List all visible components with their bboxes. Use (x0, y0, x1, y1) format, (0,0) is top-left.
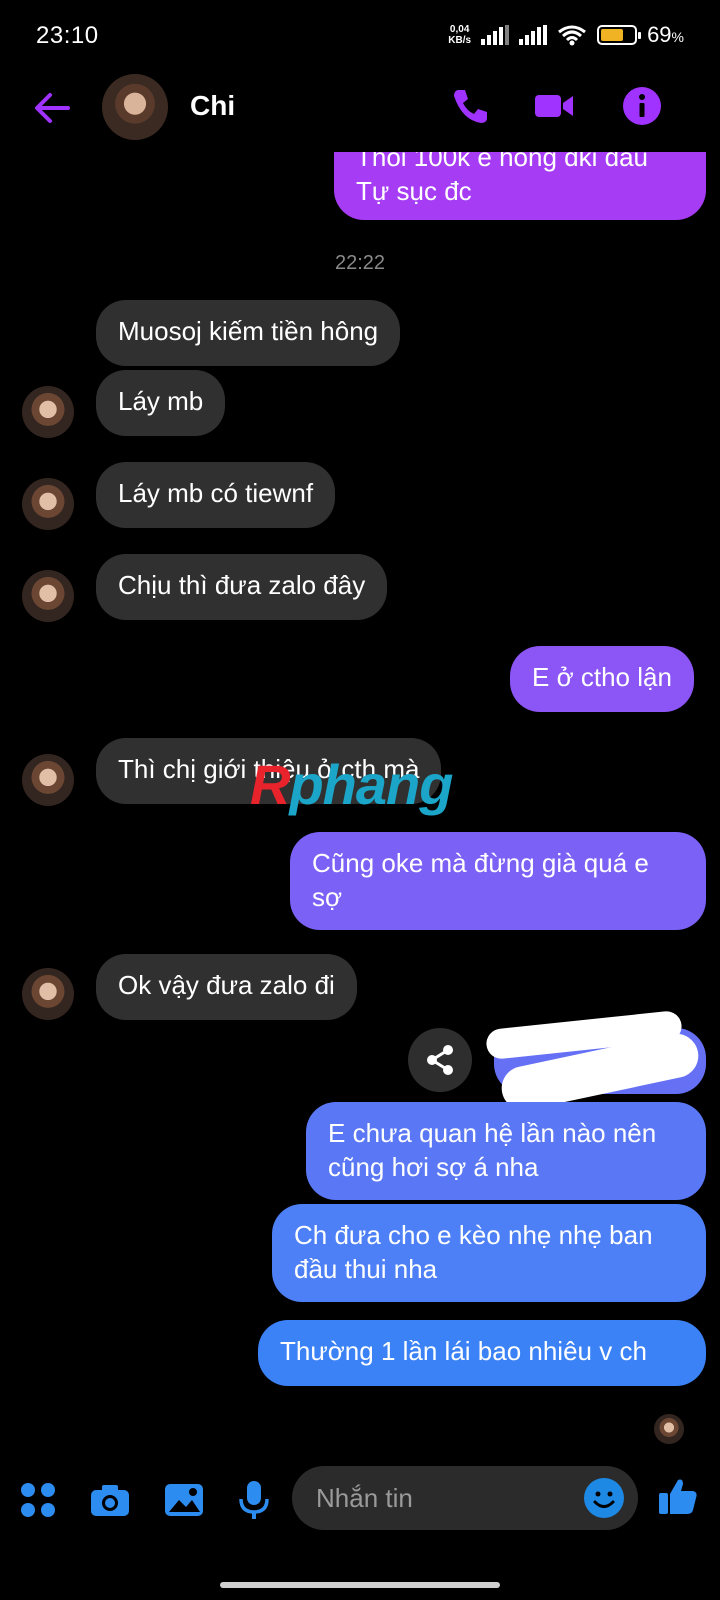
composer-bar: Nhắn tin (0, 1460, 720, 1540)
home-indicator[interactable] (220, 1582, 500, 1588)
battery-icon (597, 25, 642, 45)
contact-name[interactable]: Chi (190, 90, 235, 122)
message-outgoing[interactable]: E ở ctho lận (510, 646, 694, 712)
info-icon[interactable] (620, 84, 664, 128)
share-icon (427, 1045, 453, 1075)
message-text: Ok vậy đưa zalo đi (118, 970, 335, 1000)
message-outgoing[interactable]: Thôi 100k e hông dki đâu Tự sục đc (334, 152, 706, 220)
message-incoming[interactable]: Muosoj kiếm tiền hông (96, 300, 401, 366)
signal-1-icon (481, 25, 510, 45)
status-bar: 23:10 0,04 KB/s 69% (0, 0, 720, 72)
message-incoming[interactable]: Láy mb có tiewnf (96, 462, 336, 528)
network-speed-value: 0,04 (449, 24, 470, 35)
message-text: Muosoj kiếm tiền hông (118, 316, 379, 346)
camera-icon[interactable] (88, 1478, 132, 1522)
network-speed: 0,04 KB/s (448, 24, 471, 46)
emoji-face-glyph (593, 1491, 615, 1508)
watermark-part: R (250, 753, 290, 816)
message-incoming[interactable]: Láy mb (96, 370, 226, 436)
battery-unit: % (671, 29, 684, 45)
chat-header: Chi (0, 72, 720, 152)
message-outgoing[interactable]: Ch đưa cho e kèo nhẹ nhẹ ban đầu thui nh… (272, 1204, 706, 1302)
phone-call-icon[interactable] (448, 84, 492, 128)
status-icons: 0,04 KB/s 69% (448, 22, 684, 48)
message-text: Ch đưa cho e kèo nhẹ nhẹ ban (294, 1220, 653, 1250)
sender-avatar[interactable] (22, 478, 74, 530)
message-text: Tự sục đc (356, 176, 472, 206)
timestamp: 22:22 (334, 252, 386, 274)
thumbs-up-icon[interactable] (656, 1474, 700, 1518)
message-outgoing[interactable]: E chưa quan hệ lần nào nên cũng hơi sợ á… (306, 1102, 706, 1200)
seen-avatar (654, 1414, 684, 1444)
sender-avatar[interactable] (22, 386, 74, 438)
message-text: Láy mb (118, 386, 204, 416)
emoji-icon[interactable] (584, 1478, 624, 1518)
message-text: Thường 1 lần lái bao nhiêu v ch (280, 1336, 647, 1366)
network-speed-unit: KB/s (448, 35, 472, 46)
message-text: Láy mb có tiewnf (118, 478, 314, 508)
share-button[interactable] (408, 1028, 472, 1092)
message-text: Cũng oke mà đừng già quá e (312, 848, 649, 878)
message-text: cũng hơi sợ á nha (328, 1152, 539, 1182)
message-outgoing[interactable]: Cũng oke mà đừng già quá e sợ (290, 832, 706, 930)
message-incoming[interactable]: Chịu thì đưa zalo đây (96, 554, 388, 620)
sender-avatar[interactable] (22, 570, 74, 622)
message-incoming[interactable]: Ok vậy đưa zalo đi (96, 954, 357, 1020)
watermark-part: phang (289, 753, 453, 816)
input-placeholder: Nhắn tin (316, 1483, 413, 1513)
battery-fill (601, 29, 624, 41)
message-text: E chưa quan hệ lần nào nên (328, 1118, 657, 1148)
status-time: 23:10 (36, 22, 99, 49)
sender-avatar[interactable] (22, 968, 74, 1020)
watermark-logo: Rphang (250, 752, 453, 817)
message-outgoing[interactable]: Thường 1 lần lái bao nhiêu v ch (258, 1320, 706, 1386)
video-call-icon[interactable] (532, 84, 576, 128)
message-text: sợ (312, 882, 343, 912)
gallery-icon[interactable] (162, 1478, 206, 1522)
battery-percent: 69% (647, 22, 684, 48)
back-arrow-icon[interactable] (30, 86, 74, 130)
contact-avatar[interactable] (102, 74, 168, 140)
message-input[interactable]: Nhắn tin (292, 1466, 638, 1530)
message-text: Chịu thì đưa zalo đây (118, 570, 366, 600)
message-text: E ở ctho lận (532, 662, 672, 692)
message-text: Thôi 100k e hông dki đâu (356, 152, 648, 172)
microphone-icon[interactable] (232, 1478, 276, 1522)
sender-avatar[interactable] (22, 754, 74, 806)
battery-value: 69 (647, 22, 672, 47)
signal-2-icon (519, 25, 548, 45)
apps-grid-icon[interactable] (16, 1478, 60, 1522)
wifi-icon (558, 25, 586, 46)
message-text: đầu thui nha (294, 1254, 438, 1284)
